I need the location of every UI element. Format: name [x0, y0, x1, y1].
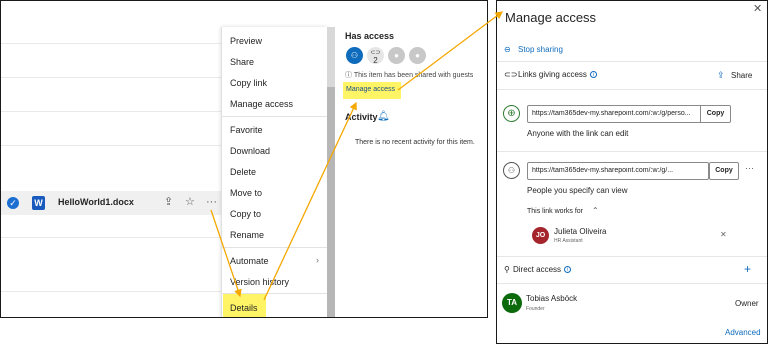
file-row-selected[interactable]: ✓ W HelloWorld1.docx ⇪ ☆ ··· [1, 191, 221, 215]
file-name[interactable]: HelloWorld1.docx [58, 197, 134, 207]
avatar-count[interactable]: ⊂⊃ 2 [367, 47, 384, 65]
activity-empty-text: There is no recent activity for this ite… [355, 139, 475, 146]
direct-access-heading: Direct access i [513, 265, 572, 274]
direct-access-text: Direct access [513, 265, 562, 274]
close-icon[interactable]: ✕ [753, 2, 762, 15]
menu-item-favorite[interactable]: Favorite [230, 125, 263, 135]
manage-access-link[interactable]: Manage access [346, 86, 395, 93]
menu-item-details[interactable]: Details [230, 303, 258, 313]
menu-item-copy-link[interactable]: Copy link [230, 78, 267, 88]
list-divider [1, 43, 221, 44]
shared-people-icon[interactable]: ⚇ [346, 47, 363, 64]
person-name: Julieta Oliveira [554, 227, 607, 236]
menu-separator [222, 247, 328, 248]
scrollbar-thumb[interactable] [327, 87, 335, 317]
list-divider [1, 77, 221, 78]
info-icon: ⓘ [345, 72, 354, 79]
word-document-icon: W [32, 196, 45, 210]
divider [497, 151, 767, 152]
list-divider [1, 291, 221, 292]
menu-item-download[interactable]: Download [230, 146, 270, 156]
activity-title: Activity [345, 112, 378, 122]
person-role: HR Assistant [554, 238, 583, 244]
bell-icon[interactable]: 🔔︎ [377, 111, 390, 122]
remove-person-icon[interactable]: ✕ [720, 230, 727, 239]
divider [497, 61, 767, 62]
more-options-icon[interactable]: ··· [206, 196, 217, 208]
avatar-initials: JO [535, 232, 546, 239]
chevron-right-icon: › [316, 255, 319, 265]
permission-dropdown[interactable]: Owner [735, 299, 759, 308]
menu-item-move-to[interactable]: Move to [230, 188, 262, 198]
info-icon[interactable]: i [589, 71, 597, 78]
details-pane: Has access ⚇ ⊂⊃ 2 ● ● ⓘ This item has bee… [337, 27, 487, 317]
divider [497, 256, 767, 257]
share-icon[interactable]: ⇪ [717, 70, 725, 81]
checkmark-icon[interactable]: ✓ [7, 197, 19, 209]
menu-item-automate[interactable]: Automate [230, 256, 269, 266]
star-icon[interactable]: ☆ [185, 196, 195, 208]
person-role: Founder [526, 306, 545, 312]
copy-link-button[interactable]: Copy [709, 162, 739, 180]
stop-sharing-button[interactable]: Stop sharing [518, 45, 563, 54]
avatar-tobias: TA [502, 293, 522, 313]
avatar[interactable]: ● [409, 47, 426, 64]
menu-item-share[interactable]: Share [230, 57, 254, 67]
advanced-link[interactable]: Advanced [725, 328, 761, 337]
onedrive-screenshot: ✓ W HelloWorld1.docx ⇪ ☆ ··· Preview Sha… [0, 0, 488, 318]
menu-item-version-history[interactable]: Version history [230, 277, 289, 287]
links-heading-text: Links giving access [518, 70, 587, 79]
list-divider [1, 145, 221, 146]
link-permission-text: Anyone with the link can edit [527, 129, 629, 138]
shared-with-guests-note: ⓘ This item has been shared with guests [345, 70, 473, 80]
avatar-initials: TA [506, 298, 518, 307]
has-access-title: Has access [345, 31, 395, 41]
more-options-icon[interactable]: ··· [745, 163, 754, 173]
link-url-text[interactable]: https://tam365dev-my.sharepoint.com/:w:/… [532, 110, 700, 117]
info-icon[interactable]: i [564, 266, 572, 273]
add-person-icon[interactable]: + [744, 262, 751, 276]
context-menu: Preview Share Copy link Manage access Fa… [221, 27, 328, 317]
avatar-julieta: JO [532, 227, 549, 244]
menu-separator [222, 116, 328, 117]
stop-sharing-icon[interactable]: ⊖ [504, 45, 511, 54]
avatar-count-value: 2 [373, 56, 378, 65]
globe-icon: ⊕ [503, 105, 520, 122]
share-button[interactable]: Share [731, 71, 752, 80]
list-divider [1, 111, 221, 112]
dialog-title: Manage access [505, 10, 597, 25]
menu-item-delete[interactable]: Delete [230, 167, 256, 177]
menu-separator [222, 293, 328, 294]
link-url-text[interactable]: https://tam365dev-my.sharepoint.com/:w:/… [532, 167, 680, 174]
divider [497, 283, 767, 284]
copy-label[interactable]: Copy [710, 163, 738, 179]
person-icon: ⚲ [504, 265, 510, 274]
divider [497, 89, 767, 90]
share-icon[interactable]: ⇪ [164, 196, 173, 208]
people-icon: ⚇ [503, 162, 520, 179]
shared-note-text: This item has been shared with guests [353, 72, 474, 79]
link-url-field[interactable]: https://tam365dev-my.sharepoint.com/:w:/… [527, 162, 709, 180]
link-url-field[interactable]: https://tam365dev-my.sharepoint.com/:w:/… [527, 105, 731, 123]
person-name: Tobias Asböck [526, 294, 578, 303]
link-icon: ⊂⊃ [504, 70, 518, 79]
list-divider [1, 237, 221, 238]
menu-item-copy-to[interactable]: Copy to [230, 209, 261, 219]
menu-item-rename[interactable]: Rename [230, 230, 264, 240]
copy-link-button[interactable]: Copy [700, 106, 730, 122]
menu-item-preview[interactable]: Preview [230, 36, 262, 46]
chevron-up-icon[interactable]: ⌃ [592, 206, 599, 215]
menu-item-manage-access[interactable]: Manage access [230, 99, 293, 109]
links-heading: Links giving access i [518, 70, 597, 79]
manage-access-dialog: Manage access ✕ ⊖ Stop sharing ⊂⊃ Links … [496, 0, 768, 344]
link-permission-text: People you specify can view [527, 186, 628, 195]
link-works-for-label: This link works for [527, 208, 584, 215]
avatar[interactable]: ● [388, 47, 405, 64]
